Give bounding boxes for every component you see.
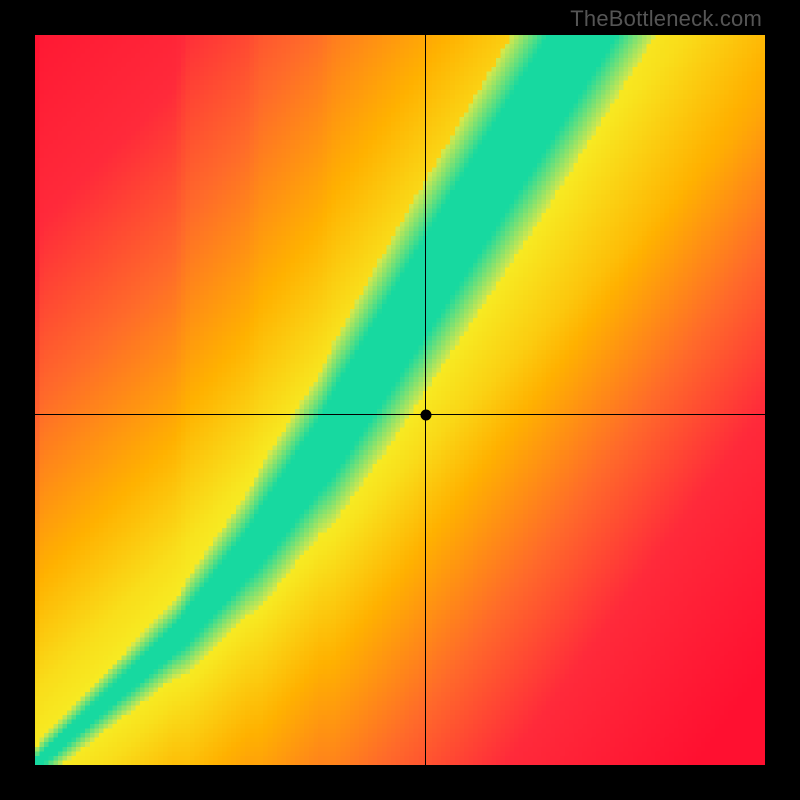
heatmap-plot bbox=[35, 35, 765, 765]
bottleneck-marker bbox=[420, 409, 431, 420]
crosshair-horizontal bbox=[35, 414, 765, 416]
heatmap-canvas bbox=[35, 35, 765, 765]
watermark-text: TheBottleneck.com bbox=[570, 6, 762, 32]
chart-container: TheBottleneck.com bbox=[0, 0, 800, 800]
crosshair-vertical bbox=[425, 35, 427, 765]
